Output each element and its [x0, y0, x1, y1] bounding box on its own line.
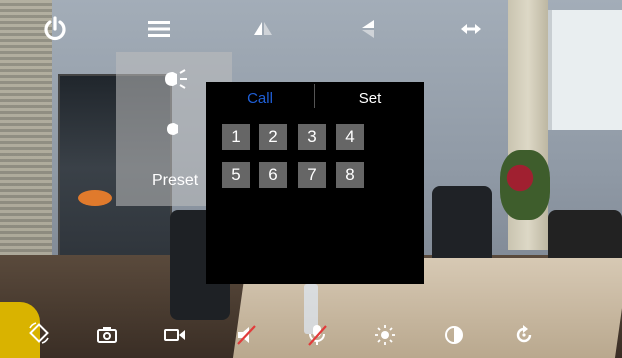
- preset-button-3[interactable]: 3: [298, 124, 326, 150]
- tab-call[interactable]: Call: [206, 86, 314, 112]
- preset-button-4[interactable]: 4: [336, 124, 364, 150]
- preset-button-1[interactable]: 1: [222, 124, 250, 150]
- mirror-left-icon[interactable]: [351, 12, 385, 46]
- brightness-icon[interactable]: [368, 318, 402, 352]
- flip-vertical-icon[interactable]: [246, 12, 280, 46]
- fish: [78, 190, 112, 206]
- light-off-icon[interactable]: [158, 112, 192, 146]
- preset-label[interactable]: Preset: [152, 172, 198, 190]
- preset-button-8[interactable]: 8: [336, 162, 364, 188]
- rotate-screen-icon[interactable]: [22, 316, 56, 350]
- tab-set[interactable]: Set: [316, 86, 424, 112]
- preset-dialog: Call Set 1 2 3 4 5 6 7 8: [206, 82, 424, 284]
- menu-icon[interactable]: [142, 12, 176, 46]
- microphone-muted-icon[interactable]: [300, 318, 334, 352]
- bottom-toolbar: [0, 310, 622, 358]
- refresh-icon[interactable]: [507, 318, 541, 352]
- light-on-icon[interactable]: [158, 62, 192, 96]
- tab-divider: [314, 84, 315, 108]
- snapshot-camera-icon[interactable]: [90, 318, 124, 352]
- preset-button-7[interactable]: 7: [298, 162, 326, 188]
- top-toolbar: [0, 0, 622, 58]
- contrast-icon[interactable]: [437, 318, 471, 352]
- video-record-icon[interactable]: [158, 318, 192, 352]
- preset-button-5[interactable]: 5: [222, 162, 250, 188]
- camera-view: Preset Call Set 1 2 3 4 5 6 7 8: [0, 0, 622, 358]
- horizontal-arrows-icon[interactable]: [454, 12, 488, 46]
- preset-button-2[interactable]: 2: [259, 124, 287, 150]
- speaker-muted-icon[interactable]: [229, 318, 263, 352]
- preset-button-6[interactable]: 6: [259, 162, 287, 188]
- power-icon[interactable]: [38, 12, 72, 46]
- flower-plant: [500, 150, 550, 220]
